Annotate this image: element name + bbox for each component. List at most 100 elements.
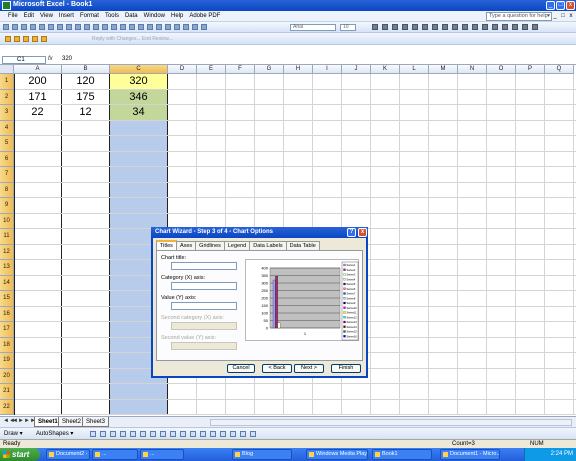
sheet-tab-sheet2[interactable]: Sheet2 [58, 417, 86, 427]
print-icon[interactable] [48, 24, 54, 30]
horizontal-scrollbar[interactable] [210, 419, 572, 426]
undo-icon[interactable] [120, 24, 126, 30]
chart-title-input[interactable] [171, 262, 237, 270]
doc-close-button[interactable]: x [568, 12, 574, 20]
dash-style-icon[interactable] [220, 431, 226, 437]
rectangle-icon[interactable] [110, 431, 116, 437]
category-x-axis-input[interactable] [171, 282, 237, 290]
draw-menu-button[interactable]: Draw ▾ [4, 430, 23, 437]
percent-icon[interactable] [452, 24, 458, 30]
menu-help[interactable]: Help [171, 13, 183, 19]
fill-icon[interactable] [180, 431, 186, 437]
help-dropdown-icon[interactable]: ▾ [547, 13, 550, 20]
taskbar-item[interactable]: Book1 [372, 449, 432, 460]
column-header-f[interactable]: F [226, 65, 255, 74]
cell-c3[interactable]: 34 [110, 105, 167, 120]
diagram-icon[interactable] [150, 431, 156, 437]
menu-data[interactable]: Data [125, 13, 138, 19]
row-header-10[interactable]: 10 [0, 213, 14, 229]
maximize-button[interactable]: □ [556, 1, 565, 10]
taskbar-item[interactable]: ... [92, 449, 138, 460]
cell-b1[interactable]: 120 [62, 74, 109, 89]
row-header-6[interactable]: 6 [0, 151, 14, 167]
print-preview-icon[interactable] [57, 24, 63, 30]
textbox-icon[interactable] [130, 431, 136, 437]
new-icon[interactable] [3, 24, 9, 30]
sort-descending-icon[interactable] [165, 24, 171, 30]
doc-minimize-button[interactable]: _ [552, 12, 558, 20]
tab-axes[interactable]: Axes [175, 241, 197, 250]
zoom-icon[interactable] [192, 24, 198, 30]
row-header-9[interactable]: 9 [0, 198, 14, 214]
minimize-button[interactable]: _ [546, 1, 555, 10]
cell-c2[interactable]: 346 [110, 89, 167, 104]
row-header-3[interactable]: 3 [0, 105, 14, 121]
comma-icon[interactable] [462, 24, 468, 30]
oval-icon[interactable] [120, 431, 126, 437]
taskbar-item[interactable]: Windows Media Player [306, 449, 368, 460]
column-header-b[interactable]: B [62, 65, 110, 74]
fill-color-icon[interactable] [522, 24, 528, 30]
row-header-14[interactable]: 14 [0, 275, 14, 291]
menu-tools[interactable]: Tools [105, 13, 119, 19]
menu-adobe-pdf[interactable]: Adobe PDF [189, 13, 220, 19]
column-header-a[interactable]: A [14, 65, 62, 74]
menu-file[interactable]: File [8, 13, 18, 19]
picture-icon[interactable] [170, 431, 176, 437]
menu-format[interactable]: Format [80, 13, 99, 19]
taskbar-item[interactable]: ... [140, 449, 184, 460]
menu-insert[interactable]: Insert [59, 13, 74, 19]
name-box[interactable]: C1 [2, 56, 46, 64]
merge-center-icon[interactable] [432, 24, 438, 30]
column-header-i[interactable]: I [313, 65, 342, 74]
row-header-15[interactable]: 15 [0, 291, 14, 307]
tab-legend[interactable]: Legend [223, 241, 251, 250]
menu-window[interactable]: Window [144, 13, 165, 19]
font-name-box[interactable]: Arial [290, 24, 336, 31]
wordart-icon[interactable] [140, 431, 146, 437]
cell-b3[interactable]: 12 [62, 105, 109, 120]
line-style-icon[interactable] [210, 431, 216, 437]
row-header-11[interactable]: 11 [0, 229, 14, 245]
cell-a1[interactable]: 200 [14, 74, 61, 89]
track-changes-icon[interactable] [41, 36, 47, 42]
excel-app-icon[interactable] [2, 1, 11, 10]
column-header-p[interactable]: P [516, 65, 545, 74]
column-header-m[interactable]: M [429, 65, 458, 74]
underline-icon[interactable] [392, 24, 398, 30]
next-comment-icon[interactable] [32, 36, 38, 42]
help-search-box[interactable]: Type a question for help ▾ [486, 12, 552, 21]
row-header-13[interactable]: 13 [0, 260, 14, 276]
align-center-icon[interactable] [412, 24, 418, 30]
tab-data-labels[interactable]: Data Labels [249, 241, 287, 250]
row-header-7[interactable]: 7 [0, 167, 14, 183]
save-icon[interactable] [21, 24, 27, 30]
tab-titles[interactable]: Titles [156, 240, 177, 250]
menu-view[interactable]: View [40, 13, 53, 19]
row-header-4[interactable]: 4 [0, 120, 14, 136]
sheet-tab-sheet3[interactable]: Sheet3 [82, 417, 110, 427]
row-header-21[interactable]: 21 [0, 384, 14, 400]
cell-a2[interactable]: 171 [14, 90, 61, 105]
tab-data-table[interactable]: Data Table [285, 241, 320, 250]
row-header-20[interactable]: 20 [0, 368, 14, 384]
column-header-o[interactable]: O [487, 65, 516, 74]
open-icon[interactable] [12, 24, 18, 30]
align-right-icon[interactable] [422, 24, 428, 30]
column-header-c[interactable]: C [110, 65, 168, 74]
fx-icon[interactable]: fx [48, 56, 53, 62]
start-button[interactable]: start [0, 448, 40, 461]
row-header-8[interactable]: 8 [0, 182, 14, 198]
column-header-l[interactable]: L [400, 65, 429, 74]
copy-icon[interactable] [93, 24, 99, 30]
bold-icon[interactable] [372, 24, 378, 30]
dialog-close-button[interactable]: x [358, 228, 367, 237]
row-header-18[interactable]: 18 [0, 337, 14, 353]
3d-icon[interactable] [250, 431, 256, 437]
italic-icon[interactable] [382, 24, 388, 30]
decrease-indent-icon[interactable] [492, 24, 498, 30]
column-header-g[interactable]: G [255, 65, 284, 74]
align-left-icon[interactable] [402, 24, 408, 30]
help-icon[interactable] [201, 24, 207, 30]
reply-with-changes-link[interactable]: Reply with Changes... End Review... [92, 36, 173, 42]
